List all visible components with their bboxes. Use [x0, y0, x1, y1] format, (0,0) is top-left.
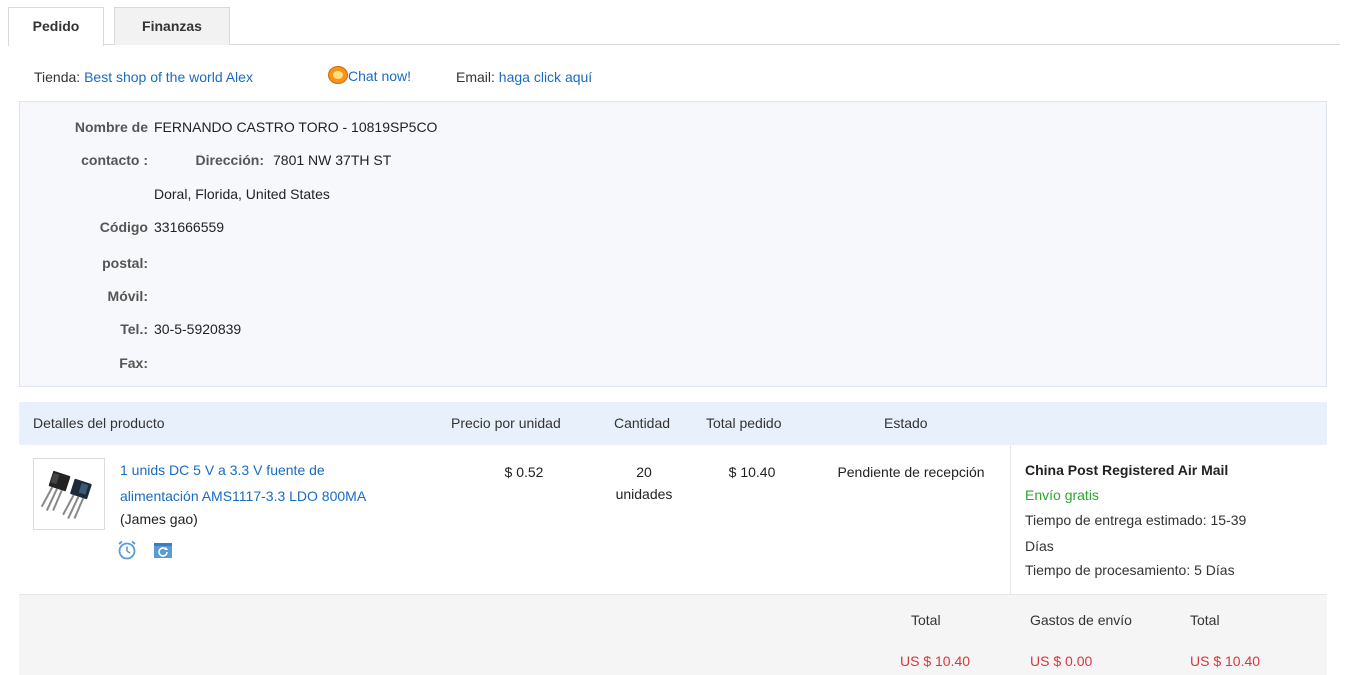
seller-name: (James gao) [120, 511, 198, 527]
name-label-2: contacto : [81, 152, 148, 168]
product-thumbnail[interactable] [33, 458, 105, 530]
zip-code: 331666559 [154, 219, 225, 235]
quantity: 20 unidades [609, 461, 679, 505]
shipping-cost-label: Gastos de envío [1030, 612, 1132, 628]
product-table-header: Detalles del producto Precio por unidad … [19, 402, 1327, 445]
contact-details: Nombre de FERNANDO CASTRO TORO - 10819SP… [19, 101, 1327, 387]
fax-label: Fax: [119, 355, 148, 371]
chat-smiley-icon [328, 66, 348, 84]
address-line-1: 7801 NW 37TH ST [273, 152, 392, 168]
header-details: Detalles del producto [33, 415, 165, 431]
mobile-label: Móvil: [107, 288, 148, 304]
zip-label-1: Código [99, 219, 148, 235]
product-title-line-2: alimentación AMS1117-3.3 LDO 800MA [120, 488, 367, 504]
address-line-2: Doral, Florida, United States [154, 186, 330, 202]
address-label: Dirección: [195, 152, 264, 168]
store-info: Tienda: Best shop of the world Alex [34, 68, 253, 88]
header-unit-price: Precio por unidad [451, 415, 561, 431]
chat-now-text[interactable]: Chat now! [348, 68, 411, 84]
shipping-info: China Post Registered Air Mail Envío gra… [1010, 445, 1327, 594]
refresh-calendar-icon[interactable] [152, 539, 174, 561]
tel-value: 30-5-5920839 [154, 321, 242, 337]
alarm-clock-icon[interactable] [116, 539, 138, 561]
shipping-method: China Post Registered Air Mail [1025, 462, 1229, 478]
table-row: 1 unids DC 5 V a 3.3 V fuente de aliment… [19, 445, 1327, 595]
tab-finanzas[interactable]: Finanzas [114, 7, 230, 45]
contact-name: FERNANDO CASTRO TORO - 10819SP5CO [154, 119, 438, 135]
chat-now-link[interactable]: Chat now! [328, 66, 411, 86]
total-value: US $ 10.40 [900, 653, 971, 669]
shipping-cost-value: US $ 0.00 [1030, 653, 1093, 669]
store-label: Tienda: [34, 69, 81, 85]
unit-price: $ 0.52 [504, 464, 544, 480]
email-info: Email: haga click aquí [456, 68, 592, 86]
product-title-line-1: 1 unids DC 5 V a 3.3 V fuente de [120, 462, 325, 478]
delivery-estimate-line-1: Tiempo de entrega estimado: 15-39 [1025, 512, 1247, 528]
name-label-1: Nombre de [74, 119, 148, 135]
grand-total-value: US $ 10.40 [1190, 653, 1261, 669]
tab-pedido[interactable]: Pedido [8, 7, 104, 46]
zip-label-2: postal: [102, 255, 148, 271]
order-totals: Total Gastos de envío Total US $ 10.40 U… [19, 595, 1327, 675]
tel-label: Tel.: [120, 321, 148, 337]
email-link[interactable]: haga click aquí [499, 69, 592, 85]
quantity-number: 20 [636, 464, 652, 480]
order-total: $ 10.40 [728, 464, 776, 480]
total-label: Total [911, 612, 941, 628]
voltage-regulator-image [40, 470, 92, 519]
free-shipping: Envío gratis [1025, 487, 1099, 503]
store-name-link[interactable]: Best shop of the world Alex [84, 68, 253, 86]
delivery-estimate-line-2: Días [1025, 538, 1054, 554]
header-quantity: Cantidad [614, 415, 671, 431]
product-title-link[interactable]: 1 unids DC 5 V a 3.3 V fuente de aliment… [120, 457, 420, 509]
delivery-estimate: Tiempo de entrega estimado: 15-39 Días [1025, 507, 1315, 559]
order-status: Pendiente de recepción [837, 464, 985, 480]
quantity-unit: unidades [615, 486, 673, 502]
processing-time: Tiempo de procesamiento: 5 Días [1025, 562, 1235, 578]
header-order-total: Total pedido [706, 415, 782, 431]
email-label: Email: [456, 69, 495, 85]
grand-total-label: Total [1190, 612, 1220, 628]
tab-bar: Pedido Finanzas [8, 0, 1340, 46]
header-status: Estado [884, 415, 928, 431]
